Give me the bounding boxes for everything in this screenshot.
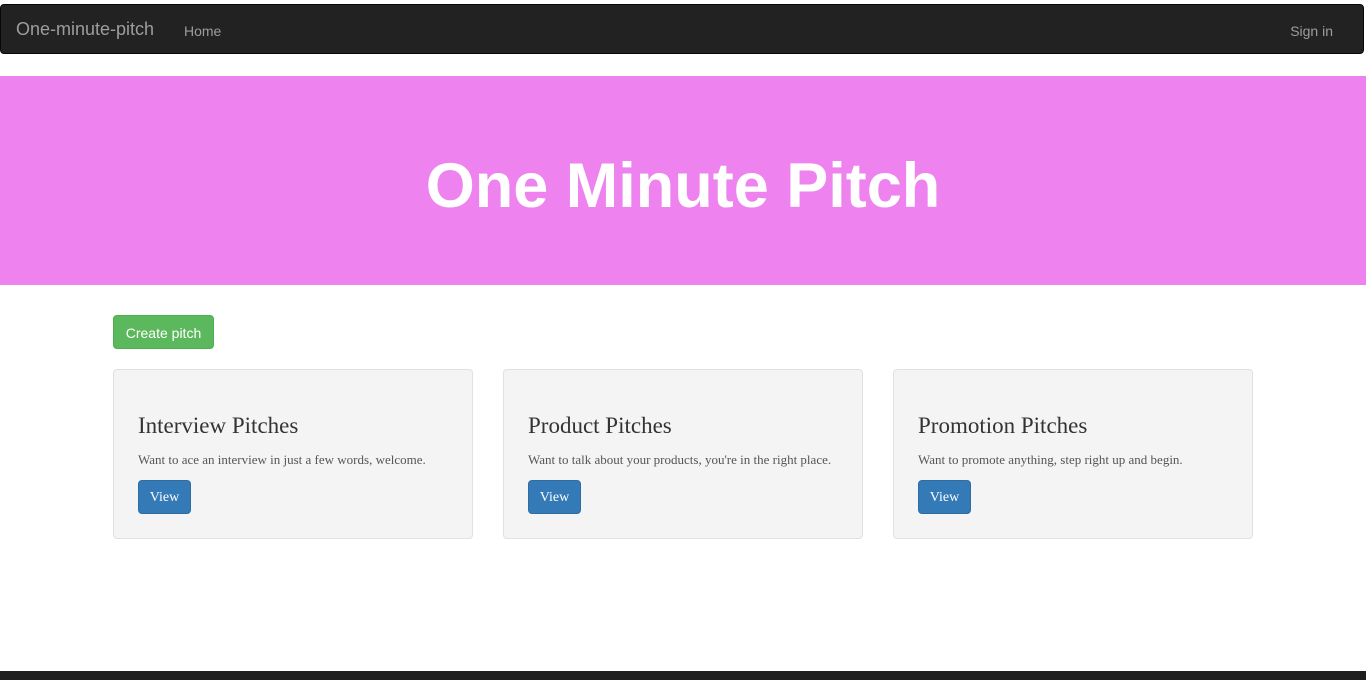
card-title: Promotion Pitches: [918, 413, 1088, 438]
card-description: Want to promote anything, step right up …: [918, 452, 1183, 467]
view-product-button[interactable]: View: [528, 480, 581, 514]
nav-home-link[interactable]: Home: [184, 21, 221, 41]
card-description: Want to ace an interview in just a few w…: [138, 452, 426, 467]
category-card-promotion: Promotion Pitches Want to promote anythi…: [893, 369, 1253, 539]
view-promotion-button[interactable]: View: [918, 480, 971, 514]
page-title: One Minute Pitch: [425, 151, 941, 221]
sign-in-link[interactable]: Sign in: [1290, 21, 1333, 41]
category-card-interview: Interview Pitches Want to ace an intervi…: [113, 369, 473, 539]
brand-link[interactable]: One-minute-pitch: [16, 19, 154, 39]
card-description: Want to talk about your products, you're…: [528, 452, 832, 467]
card-title: Product Pitches: [528, 413, 672, 438]
os-taskbar: [0, 671, 1366, 680]
card-title: Interview Pitches: [138, 413, 299, 438]
category-card-product: Product Pitches Want to talk about your …: [503, 369, 863, 539]
navbar: One-minute-pitch Home Sign in: [0, 4, 1364, 54]
view-interview-button[interactable]: View: [138, 480, 191, 514]
create-pitch-button[interactable]: Create pitch: [113, 315, 214, 349]
